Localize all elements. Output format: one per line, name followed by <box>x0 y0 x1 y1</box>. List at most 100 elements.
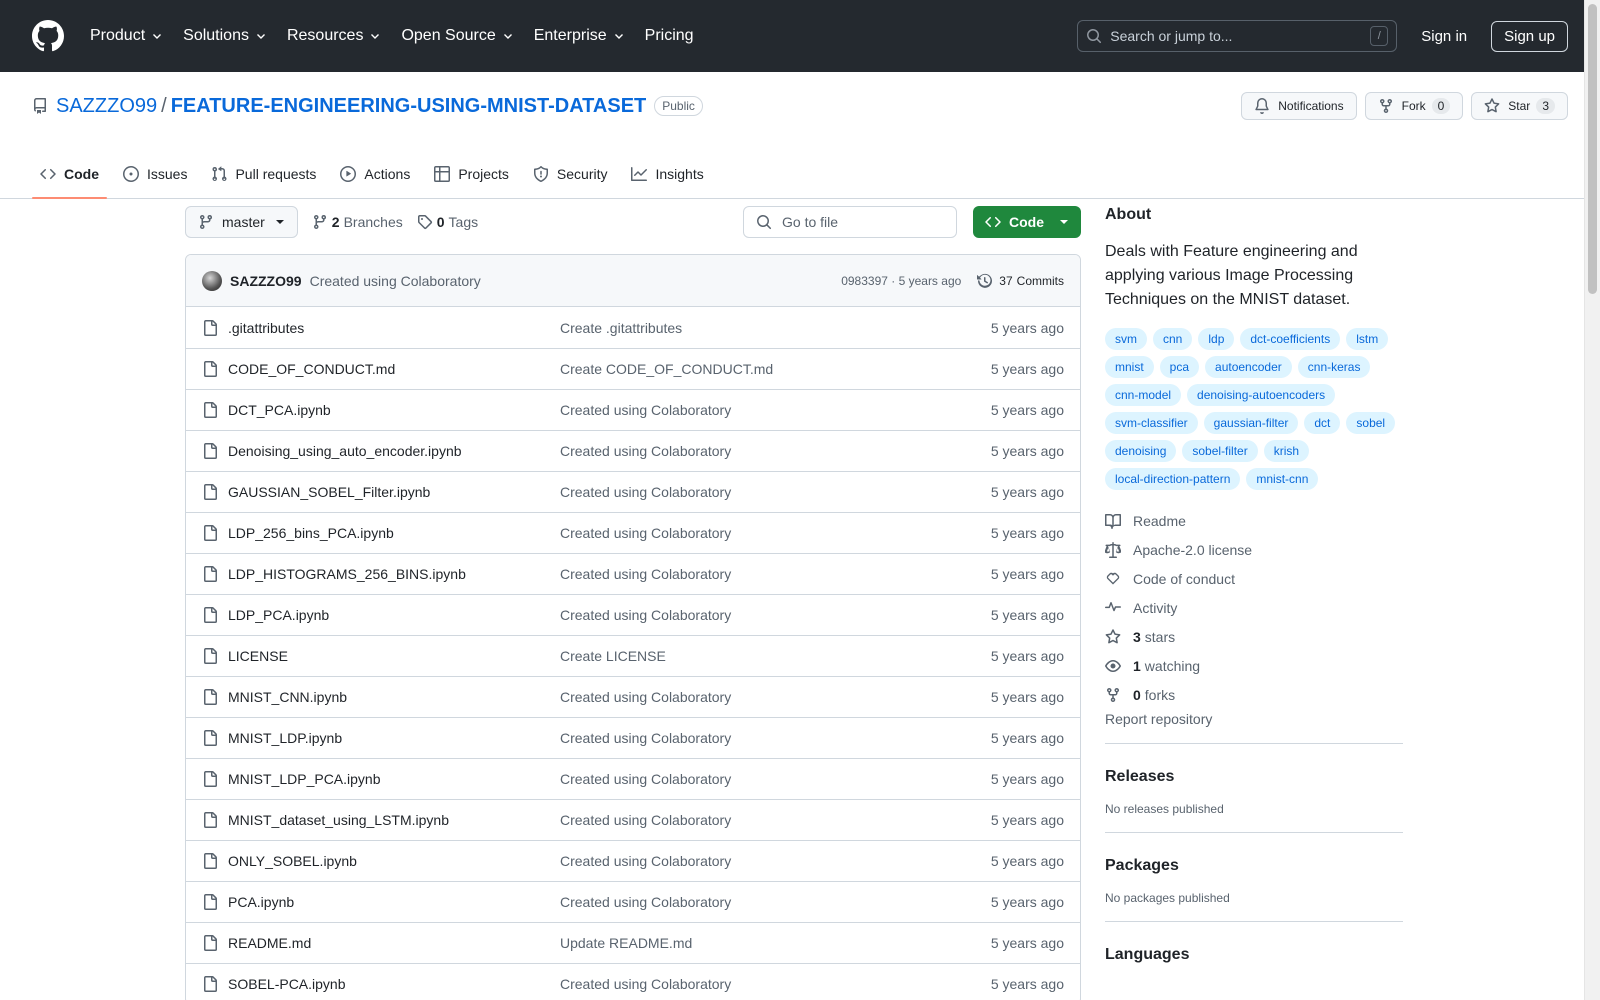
nav-item-pricing[interactable]: Pricing <box>641 20 698 52</box>
file-name-link[interactable]: LDP_PCA.ipynb <box>228 607 560 623</box>
file-commit-message[interactable]: Create LICENSE <box>560 648 666 664</box>
file-name-link[interactable]: DCT_PCA.ipynb <box>228 402 560 418</box>
tab-pull-requests[interactable]: Pull requests <box>203 150 324 198</box>
tab-security[interactable]: Security <box>525 150 616 198</box>
file-name-link[interactable]: Denoising_using_auto_encoder.ipynb <box>228 443 560 459</box>
file-name-link[interactable]: LDP_HISTOGRAMS_256_BINS.ipynb <box>228 566 560 582</box>
file-commit-message[interactable]: Update README.md <box>560 935 692 951</box>
github-logo-icon[interactable] <box>32 20 64 52</box>
topic-tag[interactable]: autoencoder <box>1205 356 1292 378</box>
file-commit-date: 5 years ago <box>990 402 1064 418</box>
sidebar-link-code-of-conduct[interactable]: Code of conduct <box>1105 564 1403 593</box>
tab-insights[interactable]: Insights <box>623 150 711 198</box>
file-commit-message[interactable]: Created using Colaboratory <box>560 771 731 787</box>
page-scrollbar[interactable] <box>1584 0 1600 1000</box>
file-commit-message[interactable]: Created using Colaboratory <box>560 443 731 459</box>
releases-heading[interactable]: Releases <box>1105 768 1403 786</box>
about-description: Deals with Feature engineering and apply… <box>1105 243 1358 308</box>
file-commit-message[interactable]: Created using Colaboratory <box>560 689 731 705</box>
file-name-link[interactable]: SOBEL-PCA.ipynb <box>228 976 560 992</box>
topic-tag[interactable]: pca <box>1159 356 1200 378</box>
report-repository-link[interactable]: Report repository <box>1105 711 1403 727</box>
topic-tag[interactable]: denoising <box>1105 440 1177 462</box>
topic-tag[interactable]: sobel <box>1346 412 1396 434</box>
file-commit-message[interactable]: Created using Colaboratory <box>560 566 731 582</box>
topic-tag[interactable]: mnist <box>1105 356 1154 378</box>
file-name-link[interactable]: MNIST_LDP_PCA.ipynb <box>228 771 560 787</box>
file-commit-message[interactable]: Create CODE_OF_CONDUCT.md <box>560 361 773 377</box>
file-commit-message[interactable]: Created using Colaboratory <box>560 402 731 418</box>
topic-tag[interactable]: mnist-cnn <box>1246 468 1319 490</box>
topic-tag[interactable]: ldp <box>1198 328 1235 350</box>
sign-in-link[interactable]: Sign in <box>1413 24 1475 49</box>
file-commit-message[interactable]: Created using Colaboratory <box>560 853 731 869</box>
file-name-link[interactable]: MNIST_dataset_using_LSTM.ipynb <box>228 812 560 828</box>
file-commit-message[interactable]: Created using Colaboratory <box>560 812 731 828</box>
topic-tag[interactable]: local-direction-pattern <box>1105 468 1241 490</box>
fork-button[interactable]: Fork 0 <box>1364 92 1464 120</box>
sidebar-link-watching[interactable]: 1 watching <box>1105 651 1403 680</box>
code-download-button[interactable]: Code <box>973 206 1081 238</box>
sidebar-link-readme[interactable]: Readme <box>1105 506 1403 535</box>
topic-tag[interactable]: denoising-autoencoders <box>1187 384 1336 406</box>
commit-hash-time[interactable]: 0983397 · 5 years ago <box>841 274 961 288</box>
file-name-link[interactable]: PCA.ipynb <box>228 894 560 910</box>
topic-tag[interactable]: krish <box>1263 440 1310 462</box>
tags-link[interactable]: 0 Tags <box>417 214 478 230</box>
topic-tag[interactable]: gaussian-filter <box>1203 412 1299 434</box>
topic-tag[interactable]: dct-coefficients <box>1240 328 1341 350</box>
go-to-file-input[interactable]: Go to file <box>743 206 957 238</box>
topic-tag[interactable]: lstm <box>1346 328 1389 350</box>
file-name-link[interactable]: GAUSSIAN_SOBEL_Filter.ipynb <box>228 484 560 500</box>
commits-history-link[interactable]: 37 Commits <box>977 273 1064 289</box>
file-commit-message[interactable]: Created using Colaboratory <box>560 976 731 992</box>
repo-owner-link[interactable]: SAZZZO99 <box>56 95 157 118</box>
tab-issues[interactable]: Issues <box>115 150 195 198</box>
topic-tag[interactable]: svm-classifier <box>1105 412 1198 434</box>
file-commit-message[interactable]: Create .gitattributes <box>560 320 682 336</box>
nav-item-solutions[interactable]: Solutions <box>179 20 271 52</box>
branches-link[interactable]: 2 Branches <box>312 214 403 230</box>
repo-name-link[interactable]: FEATURE-ENGINEERING-USING-MNIST-DATASET <box>171 95 647 118</box>
sign-up-button[interactable]: Sign up <box>1491 20 1568 52</box>
nav-item-open-source[interactable]: Open Source <box>397 20 517 52</box>
file-name-link[interactable]: MNIST_CNN.ipynb <box>228 689 560 705</box>
tab-actions[interactable]: Actions <box>332 150 418 198</box>
topic-tag[interactable]: svm <box>1105 328 1147 350</box>
file-name-link[interactable]: LICENSE <box>228 648 560 664</box>
file-commit-message[interactable]: Created using Colaboratory <box>560 484 731 500</box>
nav-item-resources[interactable]: Resources <box>283 20 385 52</box>
nav-item-product[interactable]: Product <box>86 20 167 52</box>
topic-tag[interactable]: dct <box>1304 412 1341 434</box>
file-name-link[interactable]: MNIST_LDP.ipynb <box>228 730 560 746</box>
packages-heading[interactable]: Packages <box>1105 857 1403 875</box>
file-commit-message[interactable]: Created using Colaboratory <box>560 525 731 541</box>
avatar[interactable] <box>202 270 222 291</box>
file-name-link[interactable]: .gitattributes <box>228 320 560 336</box>
branch-selector[interactable]: master <box>185 206 298 238</box>
star-button[interactable]: Star 3 <box>1471 92 1568 120</box>
topic-tag[interactable]: sobel-filter <box>1182 440 1258 462</box>
file-name-link[interactable]: CODE_OF_CONDUCT.md <box>228 361 560 377</box>
file-name-link[interactable]: ONLY_SOBEL.ipynb <box>228 853 560 869</box>
file-name-link[interactable]: LDP_256_bins_PCA.ipynb <box>228 525 560 541</box>
scrollbar-thumb[interactable] <box>1588 4 1597 294</box>
search-input[interactable]: Search or jump to... / <box>1077 20 1398 52</box>
file-commit-message[interactable]: Created using Colaboratory <box>560 730 731 746</box>
commit-author[interactable]: SAZZZO99 <box>230 273 302 289</box>
topic-tag[interactable]: cnn-keras <box>1297 356 1371 378</box>
tab-code[interactable]: Code <box>32 150 107 199</box>
tab-projects[interactable]: Projects <box>426 150 517 198</box>
sidebar-link-activity[interactable]: Activity <box>1105 593 1403 622</box>
file-name-link[interactable]: README.md <box>228 935 560 951</box>
notifications-button[interactable]: Notifications <box>1241 92 1357 120</box>
file-commit-message[interactable]: Created using Colaboratory <box>560 607 731 623</box>
nav-item-enterprise[interactable]: Enterprise <box>530 20 629 52</box>
sidebar-link-stars[interactable]: 3 stars <box>1105 622 1403 651</box>
file-commit-message[interactable]: Created using Colaboratory <box>560 894 731 910</box>
sidebar-link-apache-2-0-license[interactable]: Apache-2.0 license <box>1105 535 1403 564</box>
topic-tag[interactable]: cnn <box>1153 328 1193 350</box>
sidebar-link-forks[interactable]: 0 forks <box>1105 680 1403 709</box>
commit-message[interactable]: Created using Colaboratory <box>310 273 481 289</box>
topic-tag[interactable]: cnn-model <box>1105 384 1182 406</box>
